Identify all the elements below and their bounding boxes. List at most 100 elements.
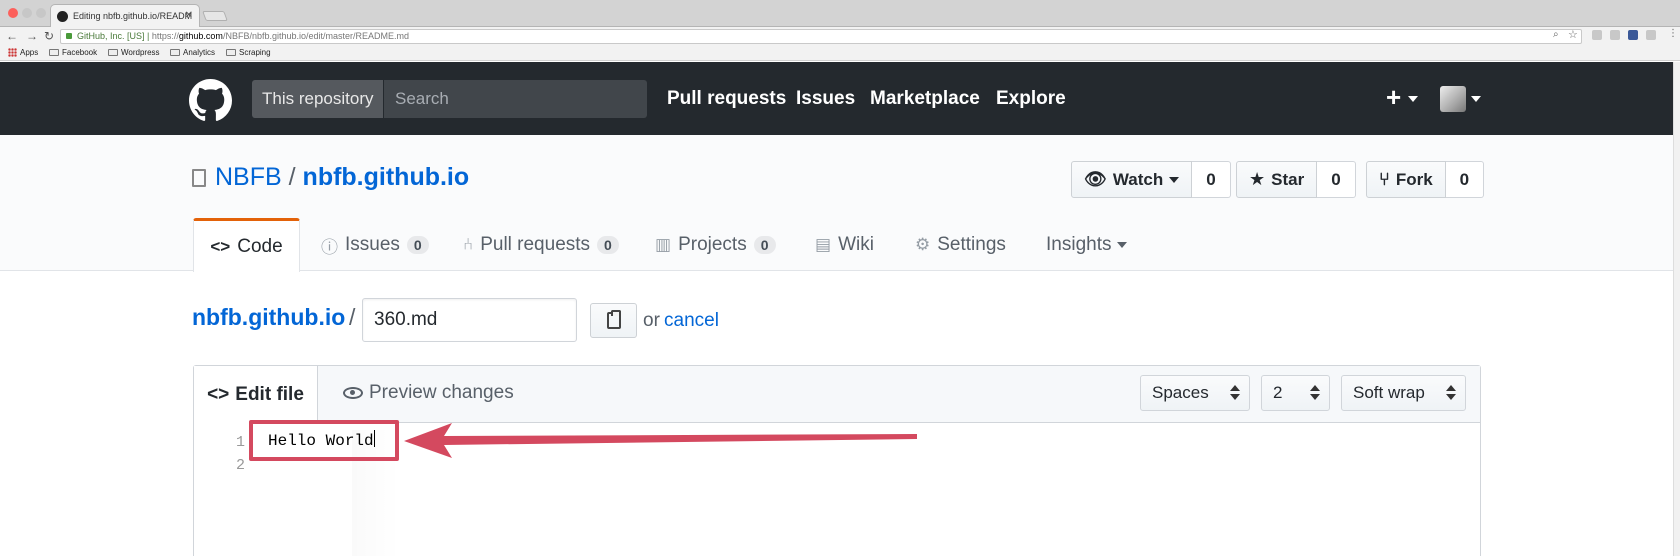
secure-label: GitHub, Inc. [US] bbox=[77, 31, 145, 41]
apps-grid-icon bbox=[8, 48, 17, 57]
repo-owner-link[interactable]: NBFB bbox=[215, 163, 282, 191]
extension-icon[interactable] bbox=[1646, 30, 1656, 40]
new-tab-button[interactable] bbox=[202, 11, 228, 21]
extension-icon[interactable] bbox=[1592, 30, 1602, 40]
tab-counter: 0 bbox=[406, 236, 429, 254]
nav-issues[interactable]: Issues bbox=[796, 88, 855, 110]
plus-icon: + bbox=[1386, 82, 1402, 112]
bookmark-label: Wordpress bbox=[121, 48, 160, 57]
browser-tabstrip: Editing nbfb.github.io/READM ✕ bbox=[0, 0, 1680, 27]
tab-label: Preview changes bbox=[369, 382, 514, 403]
browser-toolbar: ← → ↻ GitHub, Inc. [US] | https://github… bbox=[0, 27, 1680, 46]
tab-wiki[interactable]: ▤ Wiki bbox=[815, 218, 874, 272]
cancel-link[interactable]: cancel bbox=[664, 310, 719, 332]
nav-explore[interactable]: Explore bbox=[996, 88, 1066, 110]
bookmark-scraping[interactable]: Scraping bbox=[226, 48, 271, 57]
select-arrows-icon bbox=[1310, 385, 1320, 401]
clipboard-icon bbox=[607, 310, 621, 329]
close-window-button[interactable] bbox=[8, 8, 18, 18]
filename-input[interactable] bbox=[362, 298, 577, 342]
paste-path-button[interactable] bbox=[590, 303, 637, 338]
bookmark-analytics[interactable]: Analytics bbox=[170, 48, 215, 57]
forward-button[interactable]: → bbox=[26, 29, 38, 43]
eye-icon bbox=[343, 387, 363, 399]
tab-edit-file[interactable]: <> Edit file bbox=[194, 366, 318, 424]
tab-counter: 0 bbox=[753, 236, 776, 254]
url-scheme: https:// bbox=[151, 31, 179, 41]
github-favicon-icon bbox=[57, 10, 68, 22]
select-value: Spaces bbox=[1152, 383, 1209, 402]
bookmarks-bar: Apps Facebook Wordpress Analytics Scrapi… bbox=[0, 46, 1680, 61]
watch-count[interactable]: 0 bbox=[1192, 161, 1231, 198]
nav-pull-requests[interactable]: Pull requests bbox=[667, 88, 786, 110]
line-number: 1 bbox=[235, 434, 245, 451]
page-scrollbar[interactable] bbox=[1673, 62, 1680, 556]
watch-button[interactable]: 👁 Watch bbox=[1071, 161, 1193, 198]
chevron-down-icon bbox=[1117, 242, 1128, 248]
tab-insights[interactable]: Insights bbox=[1046, 218, 1128, 272]
fork-button[interactable]: ⑂ Fork bbox=[1366, 161, 1446, 198]
tab-label: Pull requests bbox=[480, 234, 591, 255]
code-icon: <> bbox=[207, 384, 230, 405]
address-bar[interactable]: GitHub, Inc. [US] | https://github.com/N… bbox=[60, 29, 1582, 44]
search-scope-label[interactable]: This repository bbox=[252, 80, 383, 118]
avatar[interactable] bbox=[1440, 86, 1466, 112]
highlight-box bbox=[249, 420, 399, 461]
github-logo-icon[interactable] bbox=[189, 79, 232, 122]
reload-button[interactable]: ↻ bbox=[44, 29, 54, 43]
tab-label: Edit file bbox=[235, 384, 304, 405]
folder-icon bbox=[108, 49, 118, 56]
bookmark-wordpress[interactable]: Wordpress bbox=[108, 48, 160, 57]
facebook-extension-icon[interactable] bbox=[1628, 30, 1638, 40]
browser-menu-icon[interactable]: ⋮ bbox=[1668, 28, 1678, 39]
gear-icon: ⚙ bbox=[915, 235, 931, 254]
repo-title: NBFB / nbfb.github.io bbox=[215, 163, 469, 192]
tab-issues[interactable]: ⓘ Issues 0 bbox=[321, 218, 429, 272]
tab-preview-changes[interactable]: Preview changes bbox=[343, 382, 514, 404]
breadcrumb-repo-link[interactable]: nbfb.github.io bbox=[192, 304, 345, 331]
bookmark-label: Scraping bbox=[239, 48, 271, 57]
browser-tab[interactable]: Editing nbfb.github.io/READM ✕ bbox=[50, 4, 200, 27]
or-text: or bbox=[643, 310, 660, 331]
folder-icon bbox=[170, 49, 180, 56]
select-arrows-icon bbox=[1446, 385, 1456, 401]
bookmark-facebook[interactable]: Facebook bbox=[49, 48, 97, 57]
search-input[interactable] bbox=[384, 80, 647, 118]
project-icon: ▥ bbox=[655, 235, 672, 254]
tab-label: Settings bbox=[937, 234, 1006, 255]
minimize-window-button[interactable] bbox=[22, 8, 32, 18]
chevron-down-icon bbox=[1408, 96, 1419, 103]
indent-size-select[interactable]: 2 bbox=[1261, 375, 1330, 411]
bookmark-star-icon[interactable]: ☆ bbox=[1568, 28, 1578, 41]
tab-pull-requests[interactable]: ⑃ Pull requests 0 bbox=[463, 218, 619, 272]
create-new-button[interactable]: + bbox=[1386, 82, 1419, 112]
extension-icon[interactable] bbox=[1610, 30, 1620, 40]
bookmark-label: Analytics bbox=[183, 48, 216, 57]
eye-icon: 👁 bbox=[1084, 169, 1107, 189]
star-count[interactable]: 0 bbox=[1317, 161, 1356, 198]
zoom-window-button[interactable] bbox=[36, 8, 46, 18]
url-path: /NBFB/nbfb.github.io/edit/master/README.… bbox=[222, 31, 410, 41]
line-number: 2 bbox=[235, 457, 245, 474]
repo-icon bbox=[192, 169, 206, 187]
watch-group: 👁 Watch 0 bbox=[1071, 161, 1231, 198]
zoom-icon[interactable]: ⌕ bbox=[1553, 29, 1559, 40]
star-label: Star bbox=[1271, 169, 1305, 189]
repo-name-link[interactable]: nbfb.github.io bbox=[303, 163, 470, 191]
wrap-mode-select[interactable]: Soft wrap bbox=[1341, 375, 1466, 411]
tab-code[interactable]: <> Code bbox=[193, 218, 300, 272]
annotation-arrow-icon bbox=[404, 423, 917, 458]
bookmark-apps[interactable]: Apps bbox=[8, 48, 38, 57]
bookmark-label: Apps bbox=[20, 48, 39, 57]
tab-settings[interactable]: ⚙ Settings bbox=[915, 218, 1006, 272]
chevron-down-icon[interactable] bbox=[1471, 96, 1481, 102]
close-tab-icon[interactable]: ✕ bbox=[185, 10, 193, 21]
tab-projects[interactable]: ▥ Projects 0 bbox=[655, 218, 776, 272]
nav-marketplace[interactable]: Marketplace bbox=[870, 88, 980, 110]
lock-icon bbox=[66, 33, 72, 39]
star-button[interactable]: ★ Star bbox=[1236, 161, 1318, 198]
indent-mode-select[interactable]: Spaces bbox=[1140, 375, 1250, 411]
fork-count[interactable]: 0 bbox=[1445, 161, 1485, 198]
back-button[interactable]: ← bbox=[6, 29, 18, 43]
tab-label: Projects bbox=[678, 234, 747, 255]
